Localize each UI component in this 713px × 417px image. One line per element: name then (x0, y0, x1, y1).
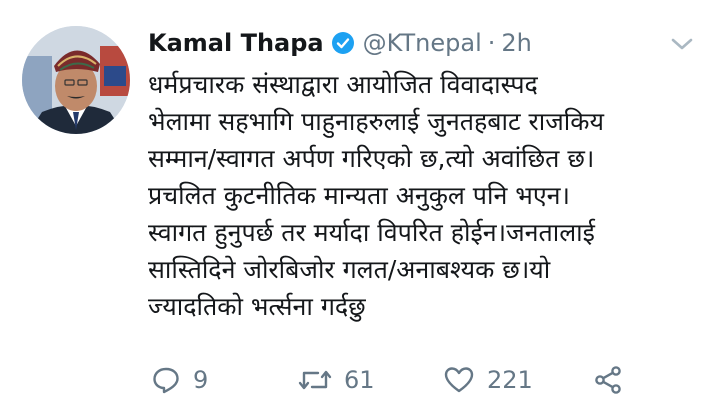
tweet-text: धर्मप्रचारक संस्थाद्वारा आयोजित विवादास्… (148, 66, 708, 325)
tweet-text-line: सास्तिदिने जोरबिजोर गलत/अनाबश्यक छ।यो (148, 255, 551, 284)
verified-badge-icon (331, 31, 355, 55)
tweet-menu-button[interactable] (669, 34, 695, 54)
reply-button[interactable]: 9 (151, 360, 208, 400)
tweet-timestamp[interactable]: 2h (501, 29, 531, 57)
tweet-text-line: प्रचलित कुटनीतिक मान्यता अनुकुल पनि भएन। (148, 181, 571, 210)
like-count: 221 (487, 366, 533, 394)
tweet-text-line: स्वागत हुनुपर्छ तर मर्यादा विपरित होईन।ज… (148, 218, 595, 247)
author-name[interactable]: Kamal Thapa (148, 29, 324, 57)
tweet-text-line: सम्मान/स्वागत अर्पण गरिएको छ,त्यो अवांछि… (148, 144, 595, 173)
avatar[interactable] (22, 26, 130, 134)
tweet-actions: 9 61 221 (148, 360, 668, 400)
heart-icon (444, 367, 474, 393)
retweet-count: 61 (344, 366, 375, 394)
header-separator: · (487, 29, 496, 57)
author-handle[interactable]: @KTnepal (363, 29, 482, 57)
like-button[interactable]: 221 (443, 360, 533, 400)
tweet-text-line: ज्यादतिको भर्त्सना गर्दछु (148, 292, 366, 321)
reply-icon (153, 367, 179, 394)
reply-count: 9 (193, 366, 209, 394)
tweet-text-line: धर्मप्रचारक संस्थाद्वारा आयोजित विवादास्… (148, 70, 538, 99)
retweet-button[interactable]: 61 (298, 360, 375, 400)
avatar-image (22, 26, 130, 134)
share-button[interactable] (593, 360, 623, 400)
tweet-text-line: भेलामा सहभागि पाहुनाहरुलाई जुनतहबाट राजक… (148, 107, 604, 136)
chevron-down-icon (671, 38, 693, 50)
tweet-header: Kamal Thapa @KTnepal · 2h (148, 26, 532, 60)
retweet-icon (298, 370, 332, 390)
share-icon (595, 366, 621, 394)
